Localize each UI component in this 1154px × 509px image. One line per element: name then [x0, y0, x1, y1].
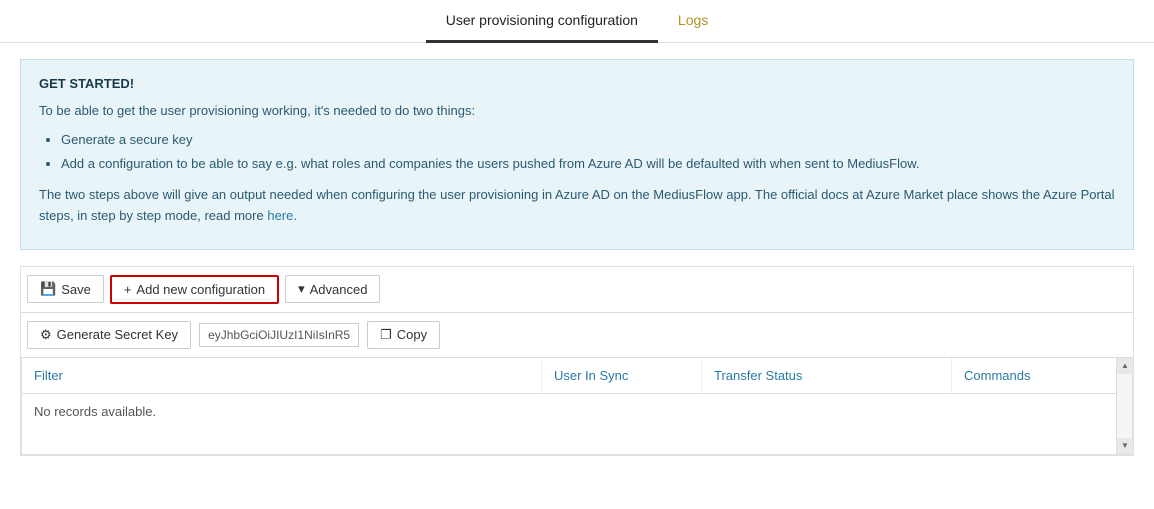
get-started-heading: GET STARTED! [39, 74, 1115, 95]
copy-label: Copy [397, 327, 427, 342]
info-intro: To be able to get the user provisioning … [39, 101, 1115, 122]
save-icon: 💾 [40, 281, 56, 297]
gear-icon: ⚙ [40, 327, 52, 343]
secret-key-row: ⚙ Generate Secret Key ❐ Copy [21, 313, 1133, 358]
footer-end: . [293, 208, 297, 223]
table-wrapper: Filter User In Sync Transfer Status Comm… [21, 358, 1133, 455]
tab-logs[interactable]: Logs [658, 0, 728, 43]
add-config-label: Add new configuration [136, 282, 265, 297]
plus-icon: + [124, 282, 132, 297]
table-scrollbar[interactable]: ▲ ▼ [1116, 358, 1132, 454]
triangle-down-icon: ▾ [298, 281, 305, 297]
scroll-down-button[interactable]: ▼ [1117, 438, 1133, 454]
empty-message: No records available. [34, 404, 156, 419]
bullet-1: Generate a secure key [61, 130, 1115, 151]
here-link[interactable]: here [267, 208, 293, 223]
info-box: GET STARTED! To be able to get the user … [20, 59, 1134, 250]
save-label: Save [61, 282, 91, 297]
generate-label: Generate Secret Key [57, 327, 178, 342]
col-transfer-status: Transfer Status [702, 358, 952, 393]
copy-button[interactable]: ❐ Copy [367, 321, 440, 349]
main-content: GET STARTED! To be able to get the user … [0, 43, 1154, 472]
col-commands: Commands [952, 358, 1132, 393]
table-body: No records available. [22, 394, 1132, 454]
col-filter: Filter [22, 358, 542, 393]
content-area: 💾 Save + Add new configuration ▾ Advance… [20, 266, 1134, 456]
generate-secret-key-button[interactable]: ⚙ Generate Secret Key [27, 321, 191, 349]
info-bullets: Generate a secure key Add a configuratio… [61, 130, 1115, 176]
scroll-up-button[interactable]: ▲ [1117, 358, 1133, 374]
tab-provisioning[interactable]: User provisioning configuration [426, 0, 658, 43]
table-header: Filter User In Sync Transfer Status Comm… [22, 358, 1132, 394]
advanced-label: Advanced [310, 282, 368, 297]
col-user-in-sync: User In Sync [542, 358, 702, 393]
footer-text: The two steps above will give an output … [39, 187, 1115, 223]
save-button[interactable]: 💾 Save [27, 275, 104, 303]
copy-icon: ❐ [380, 327, 392, 343]
toolbar: 💾 Save + Add new configuration ▾ Advance… [21, 267, 1133, 313]
advanced-button[interactable]: ▾ Advanced [285, 275, 380, 303]
secret-key-input[interactable] [199, 323, 359, 347]
add-new-configuration-button[interactable]: + Add new configuration [110, 275, 279, 304]
info-footer: The two steps above will give an output … [39, 185, 1115, 227]
tab-navigation: User provisioning configuration Logs [0, 0, 1154, 43]
bullet-2: Add a configuration to be able to say e.… [61, 154, 1115, 175]
